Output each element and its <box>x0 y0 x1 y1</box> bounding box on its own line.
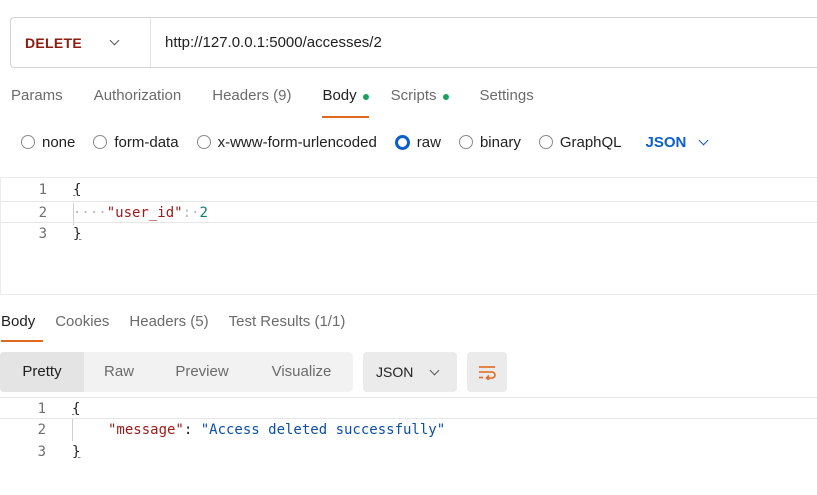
response-body-viewer[interactable]: 1 { 2 "message": "Access deleted success… <box>0 397 817 467</box>
tab-scripts[interactable]: Scripts <box>380 86 460 118</box>
radio-none[interactable]: none <box>21 134 75 151</box>
radio-icon <box>21 135 35 149</box>
response-tab-headers[interactable]: Headers (5) <box>119 312 218 342</box>
modified-dot-icon <box>362 94 369 100</box>
wrap-lines-button[interactable] <box>467 352 507 392</box>
response-view-modes: Pretty Raw Preview Visualize <box>0 352 353 392</box>
radio-icon <box>93 135 108 149</box>
tab-headers[interactable]: Headers (9) <box>201 86 302 118</box>
body-format-select[interactable]: JSON <box>646 134 709 151</box>
chevron-down-icon <box>429 365 440 375</box>
radio-graphql[interactable]: GraphQL <box>538 134 622 151</box>
radio-icon <box>538 135 553 149</box>
modified-dot-icon <box>442 94 449 100</box>
response-tab-test-results[interactable]: Test Results (1/1) <box>219 312 356 342</box>
view-pretty-button[interactable]: Pretty <box>0 352 84 392</box>
response-tab-body[interactable]: Body <box>0 312 45 342</box>
method-label: DELETE <box>25 34 83 51</box>
tab-settings[interactable]: Settings <box>469 86 545 118</box>
code-line: 1 { <box>38 182 82 198</box>
method-select[interactable]: DELETE <box>11 18 151 67</box>
code-line: 3 } <box>38 226 82 242</box>
request-tabs: Params Authorization Headers (9) Body Sc… <box>0 86 545 118</box>
body-type-options: none form-data x-www-form-urlencoded raw… <box>0 128 709 156</box>
chevron-down-icon <box>698 135 709 145</box>
response-tab-cookies[interactable]: Cookies <box>45 312 119 342</box>
tab-body[interactable]: Body <box>311 86 379 118</box>
radio-selected-icon <box>394 134 410 150</box>
response-format-select[interactable]: JSON <box>363 352 457 392</box>
view-preview-button[interactable]: Preview <box>154 352 250 392</box>
view-visualize-button[interactable]: Visualize <box>250 352 353 392</box>
radio-x-www-form-urlencoded[interactable]: x-www-form-urlencoded <box>196 134 377 151</box>
response-tabs: Body Cookies Headers (5) Test Results (1… <box>0 312 355 342</box>
wrap-lines-icon <box>479 366 496 380</box>
view-raw-button[interactable]: Raw <box>84 352 154 392</box>
code-line-active: 1 { <box>0 397 817 419</box>
request-url-bar: DELETE http://127.0.0.1:5000/accesses/2 <box>10 17 817 68</box>
code-line: 2 "message": "Access deleted successfull… <box>37 422 446 438</box>
code-line-active: 2 ····"user_id":·2 <box>1 201 817 223</box>
radio-binary[interactable]: binary <box>458 134 521 151</box>
tab-authorization[interactable]: Authorization <box>83 86 193 118</box>
request-body-editor[interactable]: 1 { 2 ····"user_id":·2 3 } <box>0 177 817 295</box>
radio-raw[interactable]: raw <box>394 134 441 151</box>
radio-icon <box>458 135 473 149</box>
url-input[interactable]: http://127.0.0.1:5000/accesses/2 <box>151 34 382 51</box>
radio-form-data[interactable]: form-data <box>93 134 179 151</box>
code-line: 3 } <box>37 444 81 460</box>
tab-params[interactable]: Params <box>0 86 74 118</box>
radio-icon <box>196 135 211 149</box>
chevron-down-icon <box>109 35 120 46</box>
